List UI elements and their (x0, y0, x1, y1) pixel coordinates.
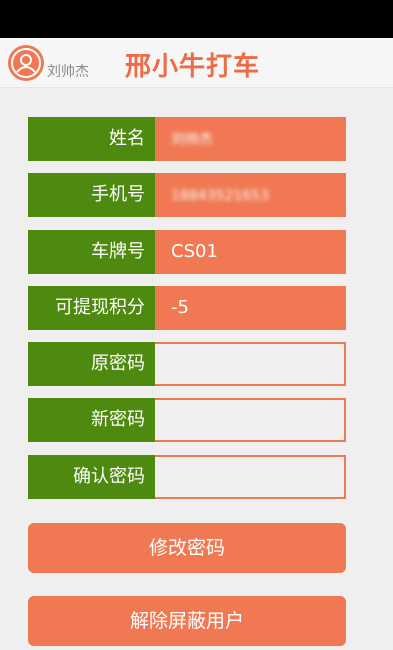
points-label: 可提现积分 (28, 286, 155, 330)
user-icon (11, 48, 41, 78)
old-password-field[interactable] (155, 342, 346, 386)
status-bar (0, 0, 393, 38)
phone-value: 18843521653 (155, 173, 346, 217)
name-label: 姓名 (28, 117, 155, 161)
phone-label: 手机号 (28, 173, 155, 217)
phone-value-text: 18843521653 (171, 188, 269, 204)
avatar[interactable] (8, 45, 44, 81)
points-row: 可提现积分 -5 (28, 286, 346, 330)
old-password-row: 原密码 (28, 342, 346, 386)
change-password-button[interactable]: 修改密码 (28, 523, 346, 573)
old-password-label: 原密码 (28, 342, 155, 386)
name-value: 刘帅杰 (155, 117, 346, 161)
new-password-row: 新密码 (28, 398, 346, 442)
new-password-label: 新密码 (28, 398, 155, 442)
plate-value: CS01 (155, 230, 346, 274)
new-password-field[interactable] (155, 398, 346, 442)
confirm-password-field[interactable] (155, 455, 346, 499)
name-row: 姓名 刘帅杰 (28, 117, 346, 161)
confirm-password-label: 确认密码 (28, 455, 155, 499)
phone-row: 手机号 18843521653 (28, 173, 346, 217)
unblock-user-button[interactable]: 解除屏蔽用户 (28, 596, 346, 646)
confirm-password-row: 确认密码 (28, 455, 346, 499)
app-header: 刘帅杰 邢小牛打车 (0, 38, 393, 88)
plate-row: 车牌号 CS01 (28, 230, 346, 274)
points-value: -5 (155, 286, 346, 330)
plate-label: 车牌号 (28, 230, 155, 274)
name-value-text: 刘帅杰 (171, 132, 213, 148)
page-title: 邢小牛打车 (125, 52, 261, 82)
username: 刘帅杰 (47, 64, 89, 80)
